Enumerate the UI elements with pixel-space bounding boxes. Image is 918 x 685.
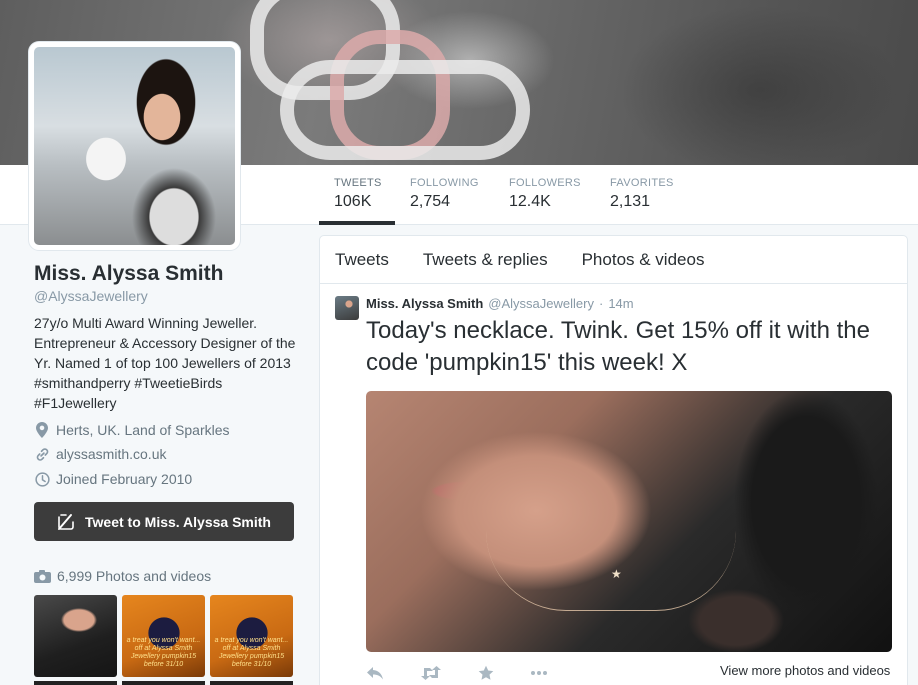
tweet-header: Miss. Alyssa Smith @AlyssaJewellery · 14… (366, 296, 634, 311)
tweet-avatar[interactable] (335, 296, 359, 320)
stat-followers-label: FOLLOWERS (509, 177, 581, 189)
stat-favorites[interactable]: FAVORITES 2,131 (610, 177, 674, 211)
banner-chain-decoration (280, 60, 530, 160)
active-stat-indicator (319, 221, 395, 225)
tweet-text: Today's necklace. Twink. Get 15% off it … (366, 317, 870, 376)
media-thumbnail[interactable] (34, 595, 117, 677)
profile-location: Herts, UK. Land of Sparkles (34, 422, 230, 438)
tweet-actions (366, 665, 584, 681)
profile-name[interactable]: Miss. Alyssa Smith (34, 262, 223, 286)
profile-joined: Joined February 2010 (34, 471, 192, 487)
website-link[interactable]: alyssasmith.co.uk (56, 446, 166, 462)
timeline: Tweets Tweets & replies Photos & videos … (319, 235, 908, 685)
clock-icon (34, 471, 50, 487)
media-thumbnail[interactable] (210, 681, 293, 685)
tweet-to-label: Tweet to Miss. Alyssa Smith (85, 513, 271, 530)
stat-followers-value: 12.4K (509, 193, 551, 210)
location-text: Herts, UK. Land of Sparkles (56, 422, 230, 438)
media-thumbnail[interactable]: a treat you won't want... off at Alyssa … (122, 595, 205, 677)
star-pendant: ★ (611, 567, 622, 581)
stat-following-value: 2,754 (410, 193, 451, 210)
thumbnail-caption: a treat you won't want... off at Alyssa … (126, 637, 201, 668)
stat-tweets-label: TWEETS (334, 177, 382, 189)
profile-handle[interactable]: @AlyssaJewellery (34, 288, 148, 304)
media-thumbnail[interactable]: a treat you won't want... off at Alyssa … (210, 595, 293, 677)
tab-tweets[interactable]: Tweets (335, 250, 389, 270)
separator-dot: · (598, 296, 604, 311)
star-icon[interactable] (478, 665, 494, 681)
compose-icon (57, 513, 77, 531)
photos-videos-link[interactable]: 6,999 Photos and videos (34, 568, 211, 584)
reply-icon[interactable] (366, 666, 384, 680)
profile-website[interactable]: alyssasmith.co.uk (34, 446, 166, 462)
tab-photos-videos[interactable]: Photos & videos (582, 250, 705, 270)
profile-avatar[interactable] (29, 42, 240, 250)
timeline-tabs: Tweets Tweets & replies Photos & videos (320, 236, 907, 284)
media-thumbnail[interactable] (122, 681, 205, 685)
link-icon (34, 446, 50, 462)
view-more-photos-link[interactable]: View more photos and videos (720, 663, 890, 678)
tweet-author-name[interactable]: Miss. Alyssa Smith (366, 296, 483, 311)
map-pin-icon (34, 422, 50, 438)
thumbnail-caption: a treat you won't want... off at Alyssa … (214, 637, 289, 668)
more-icon[interactable] (530, 670, 548, 676)
tweet-timestamp[interactable]: 14m (608, 296, 633, 311)
tweet-to-button[interactable]: Tweet to Miss. Alyssa Smith (34, 502, 294, 541)
stat-followers[interactable]: FOLLOWERS 12.4K (509, 177, 581, 211)
joined-text: Joined February 2010 (56, 471, 193, 487)
stat-favorites-value: 2,131 (610, 193, 651, 210)
media-thumbnail[interactable] (34, 681, 117, 685)
stat-following[interactable]: FOLLOWING 2,754 (410, 177, 479, 211)
tab-tweets-replies[interactable]: Tweets & replies (423, 250, 548, 270)
stat-tweets-value: 106K (334, 193, 372, 210)
profile-bio: 27y/o Multi Award Winning Jeweller. Entr… (34, 315, 296, 411)
photos-count-label: 6,999 Photos and videos (57, 568, 212, 584)
retweet-icon[interactable] (420, 666, 442, 680)
avatar-image (34, 47, 235, 245)
stat-tweets[interactable]: TWEETS 106K (334, 177, 382, 211)
stat-following-label: FOLLOWING (410, 177, 479, 189)
tweet-media-photo[interactable]: ★ (366, 391, 892, 652)
tweet-author-handle[interactable]: @AlyssaJewellery (488, 296, 594, 311)
camera-icon (34, 569, 51, 583)
stat-favorites-label: FAVORITES (610, 177, 674, 189)
